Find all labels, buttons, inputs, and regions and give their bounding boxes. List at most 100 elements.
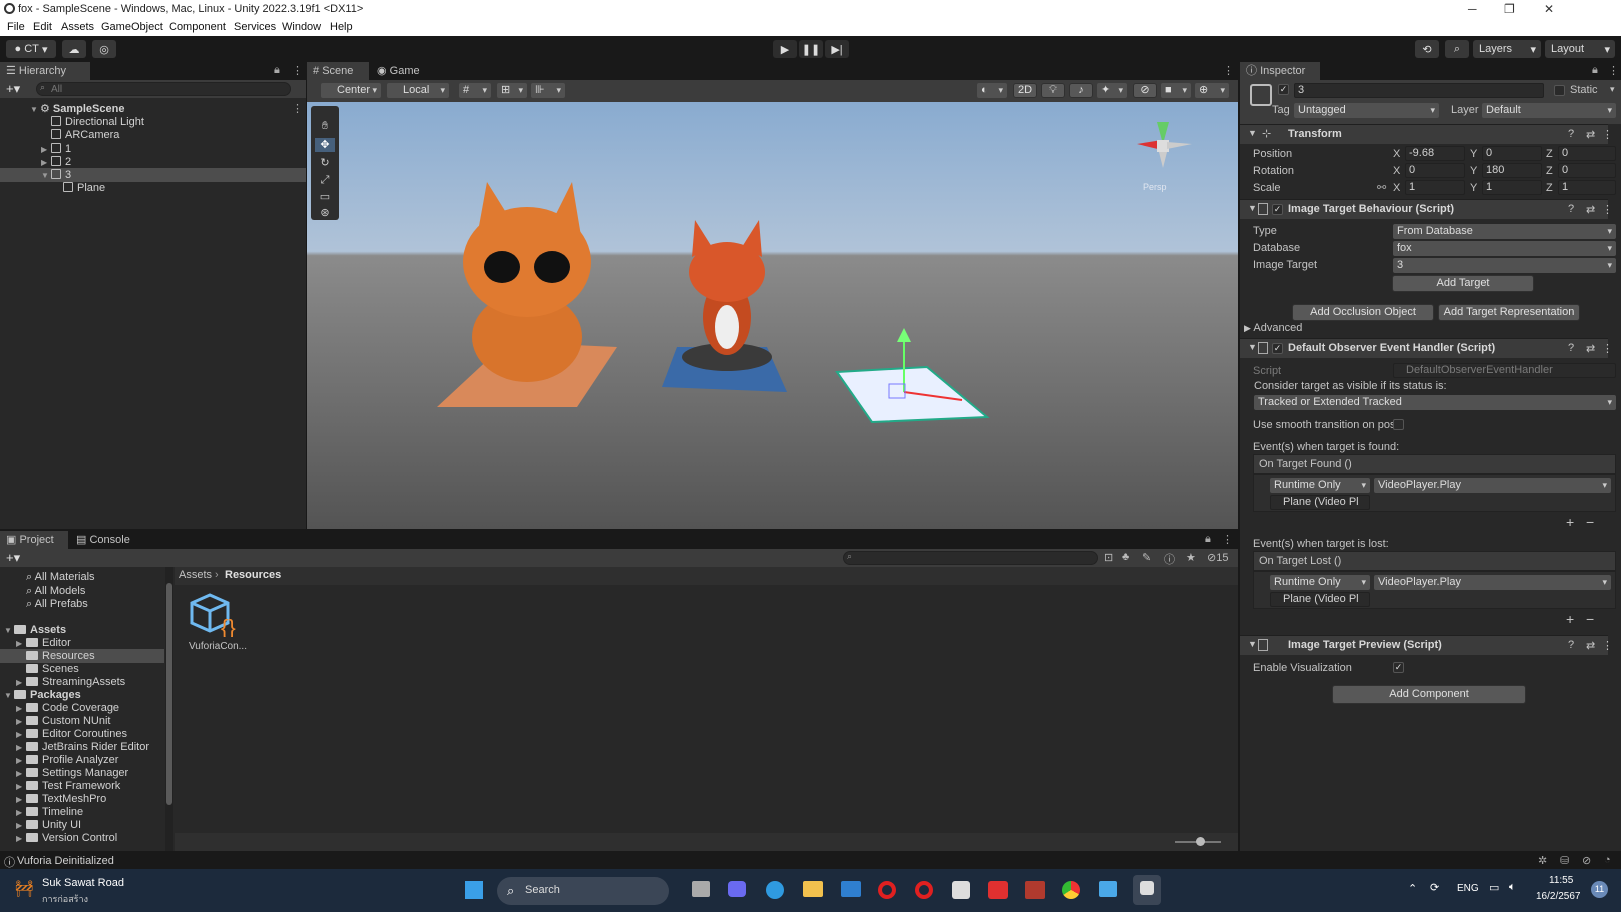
effects-icon[interactable]: ✦ xyxy=(1097,83,1127,98)
menu-window[interactable]: Window xyxy=(282,21,321,33)
hand-tool-icon[interactable]: ✋︎ xyxy=(315,120,335,134)
package-item[interactable]: ▶ Editor Coroutines xyxy=(16,728,127,740)
menu-services[interactable]: Services xyxy=(234,21,276,33)
step-button[interactable]: ▶| xyxy=(825,40,849,58)
transform-header[interactable]: ▼ ⊹ Transform ? ⇄ ⋮ xyxy=(1240,124,1613,144)
rotation-x-field[interactable]: 0 xyxy=(1405,163,1465,178)
rotate-tool-icon[interactable]: ↻ xyxy=(315,156,335,170)
app-icon[interactable] xyxy=(1099,881,1117,897)
expand-arrow-icon[interactable]: ▼ xyxy=(4,691,14,700)
lighting-icon[interactable]: 💡︎ xyxy=(1041,83,1065,98)
kebab-menu-icon[interactable]: ⋮ xyxy=(1602,639,1613,652)
move-tool-icon[interactable]: ✥ xyxy=(315,138,335,152)
kebab-menu-icon[interactable]: ⋮ xyxy=(1602,128,1613,141)
status-dropdown[interactable]: Tracked or Extended Tracked xyxy=(1254,395,1616,410)
runtime-dropdown[interactable]: Runtime Only xyxy=(1270,575,1370,590)
method-dropdown[interactable]: VideoPlayer.Play xyxy=(1374,478,1611,493)
add-icon[interactable]: +▾ xyxy=(6,550,20,566)
close-icon[interactable]: ✕ xyxy=(1544,2,1554,16)
preset-icon[interactable]: ⇄ xyxy=(1586,128,1595,141)
camera-icon[interactable]: ■ xyxy=(1161,83,1191,98)
help-icon[interactable]: ? xyxy=(1568,342,1574,354)
tab-scene[interactable]: # Scene xyxy=(307,62,369,80)
transform-tool-icon[interactable]: ⊛ xyxy=(315,206,335,220)
status-message[interactable]: Vuforia Deinitialized xyxy=(17,855,114,867)
enable-visualization-checkbox[interactable]: ✓ xyxy=(1393,662,1404,673)
collapsed-arrow-icon[interactable]: ▶ xyxy=(16,743,26,752)
expand-arrow-icon[interactable]: ▼ xyxy=(1248,203,1257,213)
lock-icon[interactable]: 🔒︎ xyxy=(274,64,280,77)
asset-folder-streamingassets[interactable]: ▶ StreamingAssets xyxy=(16,676,125,688)
pivot-space-dropdown[interactable]: Local xyxy=(387,83,449,98)
add-representation-button[interactable]: Add Target Representation xyxy=(1438,304,1580,321)
collapsed-arrow-icon[interactable]: ▶ xyxy=(16,704,26,713)
menu-gameobject[interactable]: GameObject xyxy=(101,21,163,33)
layer-dropdown[interactable]: Default xyxy=(1482,103,1616,118)
task-view-icon[interactable] xyxy=(692,881,710,897)
label-filter-icon[interactable]: ✎ xyxy=(1142,551,1151,564)
package-item[interactable]: ▶ Code Coverage xyxy=(16,702,119,714)
file-explorer-icon[interactable] xyxy=(803,881,823,897)
runtime-dropdown[interactable]: Runtime Only xyxy=(1270,478,1370,493)
unity-hub-icon[interactable] xyxy=(952,881,970,899)
hierarchy-item-directional-light[interactable]: Directional Light xyxy=(51,116,144,128)
notification-badge[interactable]: 11 xyxy=(1591,881,1608,898)
rect-tool-icon[interactable]: ▭ xyxy=(315,190,335,204)
add-component-button[interactable]: Add Component xyxy=(1332,685,1526,704)
restore-icon[interactable]: ❐ xyxy=(1504,2,1515,16)
menu-assets[interactable]: Assets xyxy=(61,21,94,33)
clock-time[interactable]: 11:55 xyxy=(1549,875,1573,886)
add-event-icon[interactable]: + xyxy=(1566,611,1574,627)
toggle-2d-button[interactable]: 2D xyxy=(1013,83,1037,98)
remove-event-icon[interactable]: − xyxy=(1586,514,1594,530)
cloud-icon[interactable]: ☁ xyxy=(62,40,86,58)
add-target-button[interactable]: Add Target xyxy=(1392,275,1534,292)
preset-icon[interactable]: ⇄ xyxy=(1586,342,1595,355)
account-button[interactable]: ● CT ▾ xyxy=(6,40,56,58)
volume-icon[interactable]: 🔈︎ xyxy=(1509,881,1516,894)
debug-icon[interactable]: ✲ xyxy=(1538,854,1547,867)
cache-icon[interactable]: ⛁ xyxy=(1560,854,1569,867)
pause-button[interactable]: ❚❚ xyxy=(799,40,823,58)
type-filter-icon[interactable]: ♣ xyxy=(1122,551,1129,563)
weather-title[interactable]: Suk Sawat Road xyxy=(42,877,124,889)
collapsed-arrow-icon[interactable]: ▶ xyxy=(16,717,26,726)
kebab-menu-icon[interactable]: ⋮ xyxy=(1608,64,1619,77)
persp-label[interactable]: Persp xyxy=(1143,182,1167,192)
packages-root[interactable]: ▼ Packages xyxy=(4,689,81,701)
layers-dropdown[interactable]: Layers ▾ xyxy=(1473,40,1541,58)
mail-icon[interactable] xyxy=(841,881,861,897)
kebab-menu-icon[interactable]: ⋮ xyxy=(292,64,303,77)
hierarchy-item-2[interactable]: ▶ 2 xyxy=(41,156,71,168)
package-item[interactable]: ▶ Settings Manager xyxy=(16,767,128,779)
remove-event-icon[interactable]: − xyxy=(1586,611,1594,627)
scale-z-field[interactable]: 1 xyxy=(1558,180,1616,195)
target-object-field[interactable]: Plane (Video Pl xyxy=(1270,495,1370,510)
progress-icon[interactable]: ◔ xyxy=(1604,854,1611,866)
breadcrumb-assets[interactable]: Assets xyxy=(179,569,212,581)
fox-model[interactable] xyxy=(662,220,787,392)
expand-arrow-icon[interactable]: ▼ xyxy=(1248,128,1257,138)
pivot-center-dropdown[interactable]: Center xyxy=(321,83,381,98)
windows-start-icon[interactable] xyxy=(465,881,483,899)
package-item[interactable]: ▶ Timeline xyxy=(16,806,83,818)
info-icon[interactable]: ⓘ xyxy=(1164,551,1175,567)
component-enabled-checkbox[interactable]: ✓ xyxy=(1272,204,1283,215)
weather-icon[interactable]: 🚧︎ xyxy=(14,879,34,899)
collapsed-arrow-icon[interactable]: ▶ xyxy=(16,808,26,817)
zoom-slider-thumb[interactable] xyxy=(1196,837,1205,846)
hierarchy-item-3[interactable]: ▼ 3 xyxy=(41,169,71,181)
scale-tool-icon[interactable]: ⤢ xyxy=(315,174,335,188)
network-icon[interactable]: ⊘ xyxy=(1582,854,1591,867)
collapsed-arrow-icon[interactable]: ▶ xyxy=(16,795,26,804)
search-icon[interactable]: ⌕ xyxy=(1445,40,1469,58)
lock-icon[interactable]: 🔒︎ xyxy=(1592,64,1598,77)
scale-y-field[interactable]: 1 xyxy=(1482,180,1542,195)
position-x-field[interactable]: -9.68 xyxy=(1405,146,1465,161)
teams-icon[interactable] xyxy=(728,881,746,897)
collapsed-arrow-icon[interactable]: ▶ xyxy=(41,145,51,154)
rotation-z-field[interactable]: 0 xyxy=(1558,163,1616,178)
observer-handler-header[interactable]: ▼ ✓ Default Observer Event Handler (Scri… xyxy=(1240,338,1613,358)
help-icon[interactable]: ? xyxy=(1568,203,1574,215)
layout-dropdown[interactable]: Layout ▾ xyxy=(1545,40,1615,58)
